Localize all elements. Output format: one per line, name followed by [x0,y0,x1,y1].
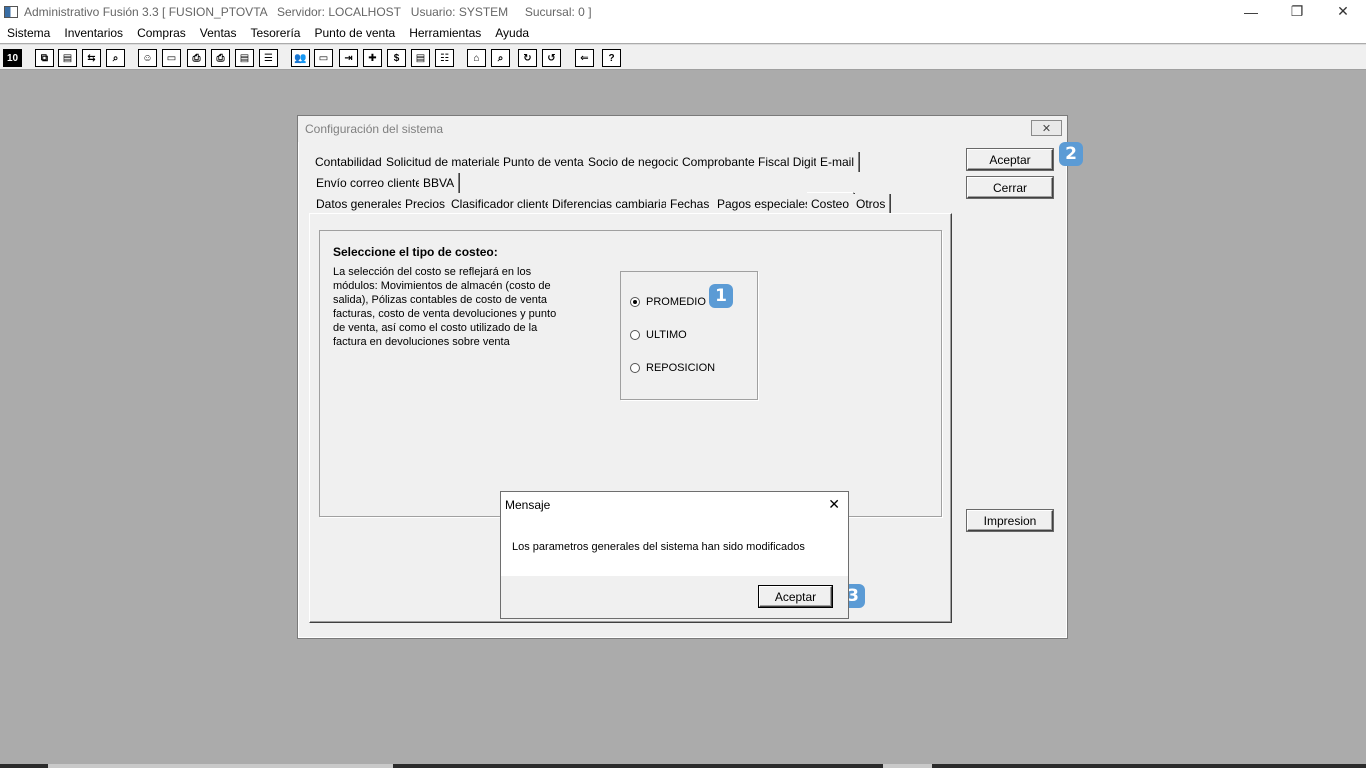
tab-solicitud-materiales[interactable]: Solicitud de materiales [382,152,513,172]
tab-bbva[interactable]: BBVA [419,173,461,193]
tab-comprobante-fiscal[interactable]: Comprobante Fiscal Digital [678,152,833,172]
clipboard-icon[interactable]: ▤ [58,49,77,67]
radio-reposicion-label: REPOSICION [646,362,716,374]
menu-bar: Sistema Inventarios Compras Ventas Tesor… [0,23,1366,43]
folder-open-icon[interactable]: ▭ [314,49,333,67]
window-title: Administrativo Fusión 3.3 [ FUSION_PTOVT… [24,4,592,19]
report-icon[interactable]: ▤ [411,49,430,67]
tab-datos-generales[interactable]: Datos generales [312,194,410,214]
menu-compras[interactable]: Compras [130,23,193,43]
search-icon[interactable]: ⌕ [106,49,125,67]
tab-diferencias-cambiarias[interactable]: Diferencias cambiarias [548,194,680,214]
document-icon[interactable]: ▤ [235,49,254,67]
minimize-button[interactable]: — [1228,0,1274,23]
dialog-title: Configuración del sistema [305,122,444,136]
tab-costeo[interactable]: Costeo [807,192,856,214]
folder-icon[interactable]: ▭ [162,49,181,67]
menu-herramientas[interactable]: Herramientas [402,23,488,43]
add-icon[interactable]: ✚ [363,49,382,67]
app-icon [4,5,18,18]
title-bar: Administrativo Fusión 3.3 [ FUSION_PTOVT… [0,0,1366,23]
refresh-icon[interactable]: ↻ [518,49,537,67]
dialog-title-bar: Configuración del sistema ✕ [298,116,1067,142]
list-icon[interactable]: ☰ [259,49,278,67]
accept-button[interactable]: Aceptar [967,149,1053,170]
message-title: Mensaje [505,498,551,512]
tab-contabilidad[interactable]: Contabilidad [311,152,388,172]
radio-ultimo-label: ULTIMO [646,329,687,341]
user-icon[interactable]: ☺ [138,49,157,67]
tab-precios[interactable]: Precios [401,194,452,214]
copy-icon[interactable]: ⧉ [35,49,54,67]
money-icon[interactable]: $ [387,49,406,67]
tab-punto-de-venta[interactable]: Punto de venta [499,152,590,172]
back-icon[interactable]: ⇐ [575,49,594,67]
printer-icon[interactable]: ⎙ [211,49,230,67]
message-body: Los parametros generales del sistema han… [501,518,848,576]
message-close-icon[interactable]: ✕ [828,496,840,513]
radio-ultimo-circle[interactable] [630,330,640,340]
export-icon[interactable]: ⇥ [339,49,358,67]
costing-options: PROMEDIO ULTIMO REPOSICION [620,271,758,400]
print-button[interactable]: Impresion [967,510,1053,531]
radio-promedio[interactable]: PROMEDIO [630,296,706,308]
toolbar: 10 ⧉ ▤ ⇆ ⌕ ☺ ▭ ⎙ ⎙ ▤ ☰ 👥 ▭ ⇥ ✚ $ ▤ ☷ ⌂ ⌕… [0,44,1366,70]
tab-socio-negocio[interactable]: Socio de negocio [584,152,687,172]
menu-ventas[interactable]: Ventas [193,23,244,43]
undo-icon[interactable]: ↺ [542,49,561,67]
home-icon[interactable]: ⌂ [467,49,486,67]
message-text: Los parametros generales del sistema han… [512,541,805,553]
print-icon[interactable]: ⎙ [187,49,206,67]
costeo-heading: Seleccione el tipo de costeo: [333,245,498,259]
radio-ultimo[interactable]: ULTIMO [630,329,687,341]
tab-email[interactable]: E-mail [816,152,861,172]
menu-tesoreria[interactable]: Tesorería [243,23,307,43]
message-title-bar: Mensaje ✕ [501,492,848,518]
menu-ayuda[interactable]: Ayuda [488,23,536,43]
radio-reposicion-circle[interactable] [630,363,640,373]
close-button[interactable]: ✕ [1320,0,1366,23]
dialog-close-icon[interactable]: ✕ [1031,120,1062,136]
menu-punto-de-venta[interactable]: Punto de venta [307,23,402,43]
tab-fechas[interactable]: Fechas [666,194,716,214]
tab-envio-correo-cliente[interactable]: Envío correo cliente [312,173,429,193]
zoom-icon[interactable]: ⌕ [491,49,510,67]
step-badge-2: 2 [1059,142,1083,166]
costeo-description: La selección del costo se reflejará en l… [333,266,557,348]
transfer-icon[interactable]: ⇆ [82,49,101,67]
message-accept-button[interactable]: Aceptar [759,586,832,607]
radio-promedio-circle[interactable] [630,297,640,307]
restore-button[interactable]: ❐ [1274,0,1320,23]
taskbar-strip [0,764,1366,768]
tab-pagos-especiales[interactable]: Pagos especiales [713,194,818,214]
costeo-group: Seleccione el tipo de costeo: La selecci… [319,230,942,517]
taskbar-segment [48,764,393,768]
calculator-icon[interactable]: 10 [3,49,22,67]
tab-clasificador-cliente[interactable]: Clasificador cliente [447,194,558,214]
window-controls: — ❐ ✕ [1228,0,1366,23]
radio-promedio-label: PROMEDIO [646,296,706,308]
table-icon[interactable]: ☷ [435,49,454,67]
menu-sistema[interactable]: Sistema [0,23,57,43]
message-box: Mensaje ✕ Los parametros generales del s… [500,491,849,619]
radio-reposicion[interactable]: REPOSICION [630,362,715,374]
step-badge-1: 1 [709,284,733,308]
taskbar-segment [883,764,932,768]
menu-inventarios[interactable]: Inventarios [57,23,130,43]
tab-otros[interactable]: Otros [852,194,892,214]
people-icon[interactable]: 👥 [291,49,310,67]
close-dialog-button[interactable]: Cerrar [967,177,1053,198]
help-icon[interactable]: ? [602,49,621,67]
